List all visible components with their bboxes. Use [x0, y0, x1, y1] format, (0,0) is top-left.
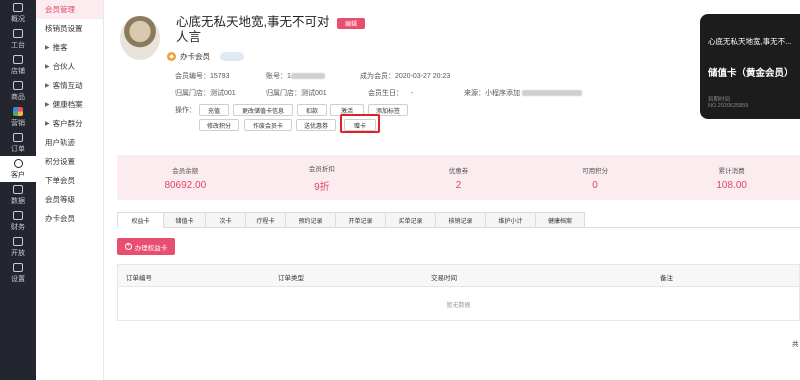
submenu-partner[interactable]: ▶ 合伙人 — [36, 57, 103, 76]
stat-balance: 会员余额 80692.00 — [164, 167, 207, 191]
submenu-customer-interaction[interactable]: ▶ 客情互动 — [36, 76, 103, 95]
rail-item-order[interactable]: 订单 — [0, 130, 36, 156]
marketing-icon — [13, 106, 23, 116]
member-detail-panel: 心底无私天地宽,事无不可对人言 编辑 ◆ 办卡会员 会员编号：15793 账号：… — [104, 0, 800, 380]
caret-right-icon: ▶ — [45, 83, 50, 89]
edit-button[interactable]: 编辑 — [337, 18, 365, 29]
tab-pay-records[interactable]: 买单记录 — [385, 212, 435, 228]
account: 账号：1 — [266, 71, 325, 81]
finance-icon — [13, 210, 23, 220]
avatar — [120, 16, 160, 60]
rail-item-marketing[interactable]: 营销 — [0, 104, 36, 130]
recharge-button[interactable]: 充值 — [199, 104, 229, 116]
submenu-member-levels[interactable]: 会员等级 — [36, 190, 103, 209]
tab-verify-records[interactable]: 核销记录 — [435, 212, 485, 228]
card-expiry-label: 到期时间 — [708, 97, 731, 103]
data-icon — [13, 184, 23, 194]
badge-icon: ◆ — [167, 52, 176, 61]
redacted-text — [522, 90, 582, 97]
stat-points: 可用积分 0 — [582, 167, 609, 191]
plus-circle-icon: + — [124, 243, 132, 250]
rail-item-settings[interactable]: 设置 — [0, 260, 36, 286]
void-card-button[interactable]: 作废会员卡 — [244, 119, 292, 131]
tab-appointments[interactable]: 预约记录 — [285, 212, 335, 228]
change-card-info-button[interactable]: 更改储值卡信息 — [233, 104, 293, 116]
customer-submenu: 会员管理 核销员设置 ▶ 推客 ▶ 合伙人 ▶ 客情互动 ▶ 健康档案 ▶ 客户群分 用户… — [36, 0, 104, 380]
submenu-promoter[interactable]: ▶ 推客 — [36, 38, 103, 57]
order-icon — [13, 132, 23, 142]
goods-icon — [13, 80, 23, 90]
open-icon — [13, 236, 23, 246]
stat-discount: 会员折扣 9折 — [308, 165, 335, 193]
submenu-member-management[interactable]: 会员管理 — [36, 0, 103, 19]
deduct-button[interactable]: 扣款 — [297, 104, 327, 116]
caret-right-icon: ▶ — [45, 121, 50, 127]
col-trade-time: 交易时间 — [431, 275, 457, 282]
submenu-customer-groups[interactable]: ▶ 客户群分 — [36, 114, 103, 133]
modify-points-button[interactable]: 修改积分 — [199, 119, 239, 131]
tab-maintenance[interactable]: 维护小计 — [485, 212, 535, 228]
highlight-box — [340, 114, 380, 133]
redacted-text — [290, 73, 325, 80]
rail-item-finance[interactable]: 财务 — [0, 208, 36, 234]
orders-table: 订单编号 订单类型 交易时间 备注 暂无数据 — [117, 264, 800, 321]
member-tag-row: ◆ 办卡会员 — [167, 51, 244, 62]
main-nav-rail: 概况 工台 店铺 商品 营销 订单 客户 数据 财务 开放 设置 — [0, 0, 36, 380]
store-2: 归属门店：测试001 — [266, 90, 327, 97]
settings-icon — [13, 262, 23, 272]
rail-item-workbench[interactable]: 工台 — [0, 26, 36, 52]
rail-item-data[interactable]: 数据 — [0, 182, 36, 208]
rail-item-overview[interactable]: 概况 — [0, 0, 36, 26]
caret-right-icon: ▶ — [45, 45, 50, 51]
rail-item-customer[interactable]: 客户 — [0, 156, 36, 182]
blurred-tag — [220, 52, 244, 61]
send-coupon-button[interactable]: 送优惠券 — [296, 119, 336, 131]
stat-coupons: 优惠券 2 — [448, 167, 469, 191]
table-header: 订单编号 订单类型 交易时间 备注 — [118, 265, 799, 287]
customer-icon — [13, 158, 23, 168]
rail-item-shop[interactable]: 店铺 — [0, 52, 36, 78]
member-stats: 会员余额 80692.00 会员折扣 9折 优惠券 2 可用积分 0 累计消费 108.0… — [117, 155, 800, 200]
member-tag: 办卡会员 — [180, 52, 210, 61]
stat-total-spend: 累计消费 108.00 — [716, 167, 747, 191]
col-order-no: 订单编号 — [126, 275, 152, 282]
record-tabs: 权益卡 储值卡 次卡 疗程卡 预约记录 开单记录 买单记录 核销记录 维护小计 … — [117, 212, 585, 228]
submenu-health-records[interactable]: ▶ 健康档案 — [36, 95, 103, 114]
rail-item-open[interactable]: 开放 — [0, 234, 36, 260]
submenu-user-track[interactable]: 用户轨迹 — [36, 133, 103, 152]
submenu-verifier-settings[interactable]: 核销员设置 — [36, 19, 103, 38]
col-order-type: 订单类型 — [278, 275, 304, 282]
pagination-total: 共 — [792, 341, 799, 348]
ops-label: 操作： — [175, 107, 196, 114]
shop-icon — [13, 54, 23, 64]
tab-stored-value-card[interactable]: 储值卡 — [163, 212, 205, 228]
tab-open-orders[interactable]: 开单记录 — [335, 212, 385, 228]
card-holder: 心底无私天地宽,事无不... — [708, 37, 792, 46]
col-remark: 备注 — [660, 275, 673, 282]
source: 来源：小程序添加 — [464, 88, 582, 98]
membership-card[interactable]: 心底无私天地宽,事无不... 储值卡（黄金会员） 到期时间 NO.2020625… — [700, 14, 800, 119]
desk-icon — [13, 28, 23, 38]
submenu-ordering-members[interactable]: 下单会员 — [36, 171, 103, 190]
member-name: 心底无私天地宽,事无不可对人言 — [176, 15, 330, 44]
card-number: NO.2020625859 — [708, 103, 749, 109]
became-member: 成为会员：2020-03-27 20:23 — [360, 73, 451, 80]
home-icon — [13, 2, 23, 12]
store-1: 归属门店：测试001 — [175, 90, 236, 97]
birthday: 会员生日： - — [368, 90, 414, 97]
empty-state: 暂无数据 — [446, 303, 471, 309]
tab-health-records[interactable]: 健康档案 — [535, 212, 585, 228]
submenu-card-members[interactable]: 办卡会员 — [36, 209, 103, 228]
add-benefit-card-button[interactable]: + 办理权益卡 — [117, 238, 175, 255]
card-title: 储值卡（黄金会员） — [708, 68, 794, 79]
caret-right-icon: ▶ — [45, 64, 50, 70]
rail-item-goods[interactable]: 商品 — [0, 78, 36, 104]
tab-count-card[interactable]: 次卡 — [205, 212, 245, 228]
member-no: 会员编号：15793 — [175, 73, 230, 80]
tab-course-card[interactable]: 疗程卡 — [245, 212, 285, 228]
tab-benefit-card[interactable]: 权益卡 — [117, 212, 163, 228]
caret-right-icon: ▶ — [45, 102, 50, 108]
submenu-points-settings[interactable]: 积分设置 — [36, 152, 103, 171]
